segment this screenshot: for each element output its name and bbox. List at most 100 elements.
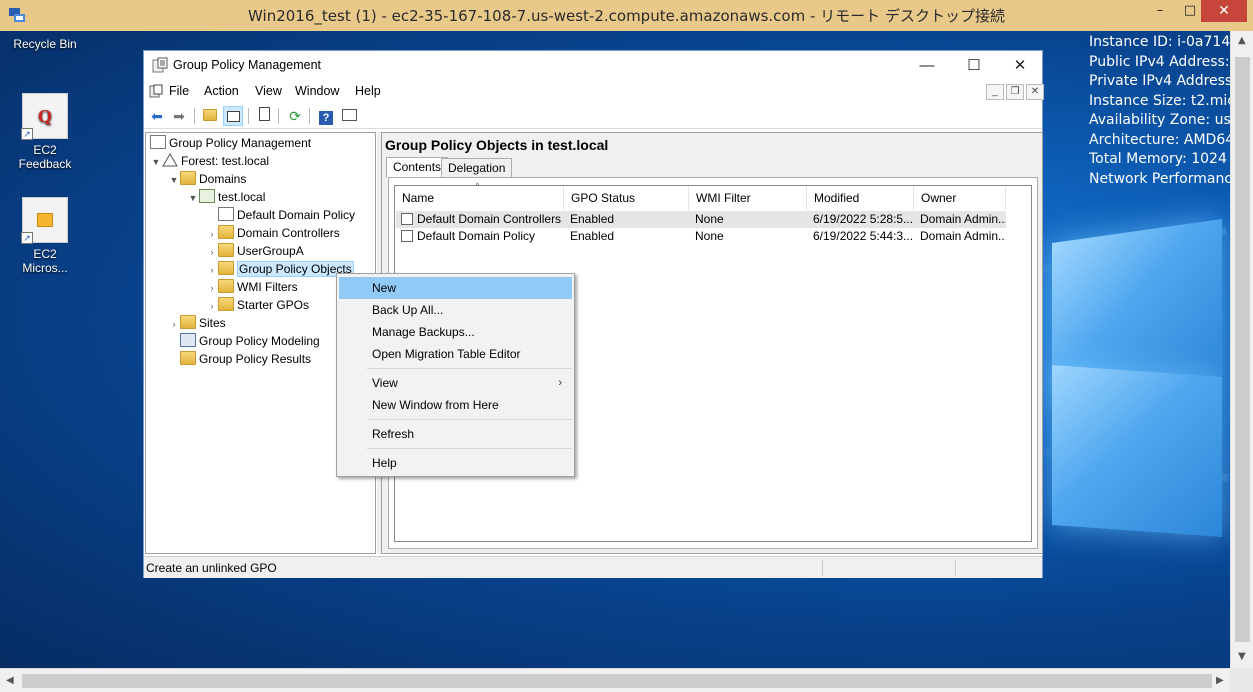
tree-item-wmi-filters[interactable]: › WMI Filters (206, 278, 298, 296)
status-text: Create an unlinked GPO (146, 561, 277, 575)
sites-folder-icon (180, 315, 196, 329)
column-header-gpo-status[interactable]: GPO Status (564, 186, 689, 210)
menu-item-back-up-all[interactable]: Back Up All... (339, 299, 572, 321)
properties-icon[interactable] (254, 106, 274, 126)
collapse-chevron-icon[interactable]: ▼ (187, 189, 199, 207)
gpo-folder-icon (218, 261, 234, 275)
scroll-right-arrow-icon[interactable]: ▶ (1216, 675, 1224, 686)
tree-item-forest[interactable]: ▼ Forest: test.local (150, 152, 269, 170)
rdp-vertical-scrollbar[interactable]: ▲ ▼ (1230, 31, 1253, 668)
expand-chevron-icon[interactable]: › (206, 261, 218, 279)
minimize-button[interactable]: — (912, 55, 942, 77)
menu-action[interactable]: Action (204, 84, 239, 98)
menu-item-manage-backups[interactable]: Manage Backups... (339, 321, 572, 343)
vertical-scroll-thumb[interactable] (1235, 57, 1250, 642)
starter-gpo-folder-icon (218, 297, 234, 311)
gpm-console-icon (150, 135, 166, 149)
column-header-wmi-filter[interactable]: WMI Filter (689, 186, 807, 210)
expand-chevron-icon[interactable]: › (206, 297, 218, 315)
tab-contents[interactable]: Contents (386, 157, 449, 178)
menu-help[interactable]: Help (355, 84, 381, 98)
scroll-down-arrow-icon[interactable]: ▼ (1238, 651, 1246, 662)
submenu-arrow-icon: › (558, 377, 562, 389)
scroll-up-arrow-icon[interactable]: ▲ (1238, 35, 1246, 46)
collapse-chevron-icon[interactable]: ▼ (168, 171, 180, 189)
tree-item-starter-gpos[interactable]: › Starter GPOs (206, 296, 309, 314)
refresh-icon[interactable]: ⟳ (285, 106, 305, 126)
show-hide-tree-icon[interactable] (223, 106, 243, 126)
toolbar: ⬅ ➡ ⟳ ? (144, 103, 1042, 129)
scroll-left-arrow-icon[interactable]: ◀ (6, 675, 14, 686)
table-row[interactable]: Default Domain Policy Enabled None 6/19/… (396, 228, 1006, 245)
menu-file[interactable]: File (169, 84, 189, 98)
ec2-microsoft-label: Micros... (22, 261, 68, 275)
ec2-microsoft-label: EC2 (33, 247, 57, 261)
tree-item-label: Group Policy Results (199, 352, 312, 366)
rdp-close-button[interactable]: ✕ (1201, 0, 1247, 22)
column-header-name[interactable]: Name (395, 186, 564, 210)
gpmc-window-title: Group Policy Management (173, 58, 321, 72)
maximize-button[interactable]: ☐ (959, 55, 989, 77)
up-folder-icon[interactable] (200, 106, 220, 126)
child-restore-button[interactable]: ❐ (1006, 84, 1024, 100)
back-arrow-icon[interactable]: ⬅ (147, 106, 167, 126)
tab-delegation[interactable]: Delegation (441, 158, 513, 178)
column-header-owner[interactable]: Owner (914, 186, 1006, 210)
table-row[interactable]: Default Domain Controllers P... Enabled … (396, 211, 1006, 228)
menu-item-refresh[interactable]: Refresh (339, 423, 572, 445)
tree-item-sites[interactable]: › Sites (168, 314, 226, 332)
menu-view[interactable]: View (255, 84, 282, 98)
console-view-icon[interactable] (339, 106, 359, 126)
tree-item-domains[interactable]: ▼ Domains (168, 170, 246, 188)
forward-arrow-icon[interactable]: ➡ (169, 106, 189, 126)
ec2-microsoft-shortcut[interactable]: ↗ EC2 Micros... (10, 197, 80, 275)
ec2-feedback-shortcut[interactable]: Q ↗ EC2 Feedback (10, 93, 80, 171)
shortcut-arrow-icon: ↗ (21, 232, 33, 244)
tree-item-group-policy-objects[interactable]: › Group Policy Objects (206, 260, 354, 278)
status-divider (822, 560, 823, 576)
horizontal-scroll-thumb[interactable] (22, 674, 1212, 688)
tree-item-gp-modeling[interactable]: Group Policy Modeling (168, 332, 320, 350)
close-button[interactable]: ✕ (1005, 55, 1035, 77)
expand-chevron-icon[interactable]: › (206, 243, 218, 261)
expand-chevron-icon[interactable]: › (168, 315, 180, 333)
shortcut-arrow-icon: ↗ (21, 128, 33, 140)
tree-item-gpm-root[interactable]: Group Policy Management (150, 134, 311, 152)
tree-item-domain-controllers[interactable]: › Domain Controllers (206, 224, 340, 242)
collapse-chevron-icon[interactable]: ▼ (150, 153, 162, 171)
gpo-status-cell: Enabled (570, 229, 615, 243)
gpo-name: Default Domain Controllers P... (417, 212, 563, 226)
toolbar-separator (278, 108, 279, 124)
domains-folder-icon (180, 171, 196, 185)
menu-window[interactable]: Window (295, 84, 339, 98)
feedback-icon: Q ↗ (21, 93, 68, 140)
tree-item-default-domain-policy[interactable]: Default Domain Policy (206, 206, 355, 224)
bginfo-line: Architecture: AMD64 (1089, 131, 1230, 148)
rdp-minimize-button[interactable]: – (1145, 0, 1175, 22)
gpo-icon (401, 230, 413, 242)
results-icon (180, 351, 196, 365)
tree-item-usergroupa[interactable]: › UserGroupA (206, 242, 304, 260)
tree-item-label: Sites (199, 316, 226, 330)
child-close-button[interactable]: ✕ (1026, 84, 1044, 100)
column-header-modified[interactable]: Modified (807, 186, 914, 210)
expand-chevron-icon[interactable]: › (206, 279, 218, 297)
expand-chevron-icon[interactable]: › (206, 225, 218, 243)
menu-item-new-window-from-here[interactable]: New Window from Here (339, 394, 572, 416)
tree-item-test-local[interactable]: ▼ test.local (187, 188, 265, 206)
tree-item-gp-results[interactable]: Group Policy Results (168, 350, 311, 368)
gpo-status-cell: Enabled (570, 212, 615, 226)
console-system-menu-icon[interactable] (149, 84, 163, 98)
menu-item-view[interactable]: View › (339, 372, 572, 394)
tree-item-label: test.local (218, 190, 266, 204)
help-icon[interactable]: ? (316, 106, 336, 126)
gpo-link-icon (218, 207, 234, 221)
tree-item-label: Domains (199, 172, 247, 186)
recycle-bin-icon[interactable]: Recycle Bin (10, 37, 80, 51)
bginfo-line: Total Memory: 1024 (1089, 151, 1227, 167)
menu-item-new[interactable]: New (339, 277, 572, 299)
rdp-horizontal-scrollbar[interactable]: ◀ ▶ (0, 668, 1230, 692)
menu-item-help[interactable]: Help (339, 452, 572, 474)
menu-item-open-migration-table-editor[interactable]: Open Migration Table Editor (339, 343, 572, 365)
child-minimize-button[interactable]: _ (986, 84, 1004, 100)
